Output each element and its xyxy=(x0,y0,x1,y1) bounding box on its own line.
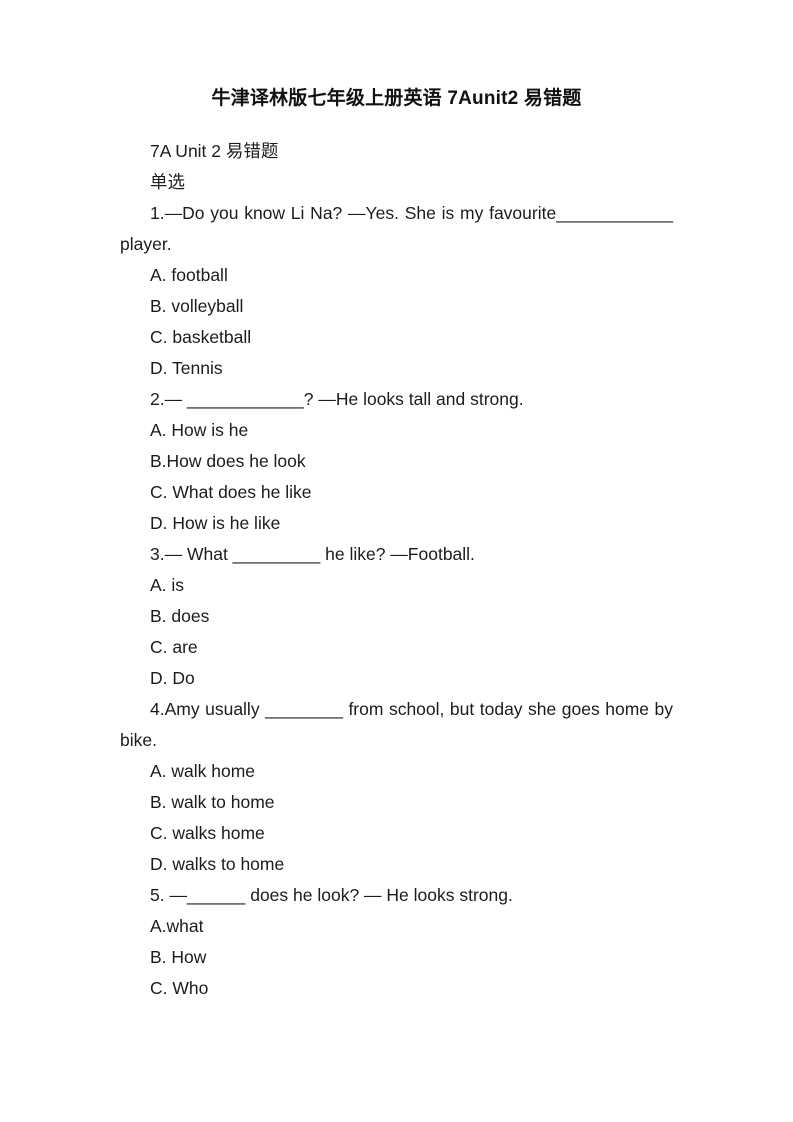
section-label-single-choice: 单选 xyxy=(150,172,185,192)
question-4-option-a: A. walk home xyxy=(150,761,256,781)
question-stem-4: 4.Amy usually ________ from school, but … xyxy=(120,699,673,750)
question-3-option-a: A. is xyxy=(150,575,185,595)
question-5-option-c: C. Who xyxy=(150,978,209,998)
question-2-option-d: D. How is he like xyxy=(150,513,281,533)
question-2-option-b: B.How does he look xyxy=(150,451,306,471)
question-4-option-d: D. walks to home xyxy=(150,854,285,874)
question-stem-1: 1.—Do you know Li Na? —Yes. She is my fa… xyxy=(120,203,673,254)
text-column: 牛津译林版七年级上册英语 7Aunit2 易错题 7A Unit 2 易错题 单… xyxy=(120,84,673,1004)
question-4-option-c: C. walks home xyxy=(150,823,265,843)
document-page: 牛津译林版七年级上册英语 7Aunit2 易错题 7A Unit 2 易错题 单… xyxy=(0,0,793,1122)
question-1-option-a: A. football xyxy=(150,265,228,285)
question-4-option-b: B. walk to home xyxy=(150,792,275,812)
question-1-option-c: C. basketball xyxy=(150,327,252,347)
page-title: 牛津译林版七年级上册英语 7Aunit2 易错题 xyxy=(211,88,582,109)
question-5-option-a: A.what xyxy=(150,916,204,936)
question-stem-3: 3.— What _________ he like? —Football. xyxy=(150,544,475,564)
question-5-option-b: B. How xyxy=(150,947,207,967)
question-1-option-b: B. volleyball xyxy=(150,296,244,316)
question-3-option-d: D. Do xyxy=(150,668,195,688)
question-1-option-d: D. Tennis xyxy=(150,358,223,378)
document-body: 7A Unit 2 易错题 单选 1.—Do you know Li Na? —… xyxy=(120,136,673,1004)
question-2-option-c: C. What does he like xyxy=(150,482,312,502)
question-stem-5: 5. —______ does he look? — He looks stro… xyxy=(150,885,513,905)
question-2-option-a: A. How is he xyxy=(150,420,249,440)
question-stem-2: 2.— ____________? —He looks tall and str… xyxy=(150,389,524,409)
question-3-option-b: B. does xyxy=(150,606,210,626)
document-heading: 7A Unit 2 易错题 xyxy=(150,141,279,161)
question-3-option-c: C. are xyxy=(150,637,198,657)
